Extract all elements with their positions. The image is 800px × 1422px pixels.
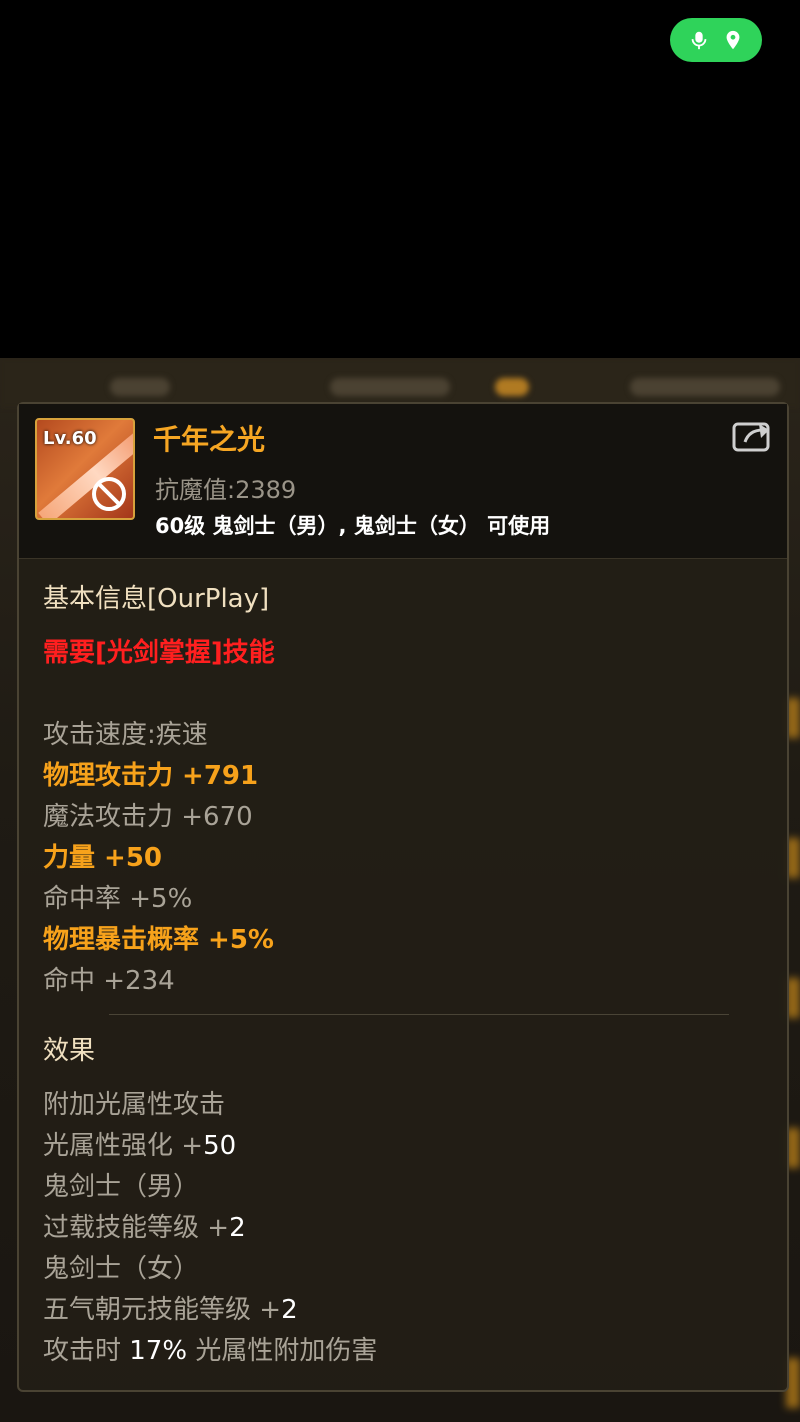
stat-physical-crit: 物理暴击概率 +5%	[43, 925, 274, 955]
stat-magic-attack: 魔法攻击力 +670	[43, 802, 253, 832]
stat-physical-attack: 物理攻击力 +791	[43, 761, 259, 791]
recording-status-pill[interactable]	[670, 18, 762, 62]
stat-hit-rate: 命中率 +5%	[43, 884, 193, 914]
effect-label: 过载技能等级 +	[43, 1213, 230, 1243]
effect-line: 鬼剑士（女）	[43, 1254, 200, 1284]
item-icon[interactable]: Lv.60	[35, 418, 135, 520]
effect-value: 50	[203, 1131, 237, 1161]
effect-value: 2	[281, 1295, 298, 1325]
item-class-requirement: 60级 鬼剑士（男）, 鬼剑士（女） 可使用	[155, 514, 551, 538]
item-header: Lv.60 千年之光 抗魔值:2389 60级 鬼剑士（男）, 鬼剑士（女） 可…	[19, 404, 787, 559]
basic-info-title: 基本信息[OurPlay]	[43, 584, 270, 614]
effect-line: 五气朝元技能等级 +2	[43, 1295, 298, 1325]
effect-value: 17%	[129, 1336, 188, 1366]
stat-attack-speed: 攻击速度:疾速	[43, 720, 208, 750]
item-level-badge: Lv.60	[43, 428, 97, 449]
effect-label: 攻击时	[43, 1336, 130, 1366]
skill-requirement: 需要[光剑掌握]技能	[43, 638, 275, 668]
location-pin-icon	[726, 30, 740, 50]
effect-line: 攻击时 17% 光属性附加伤害	[43, 1336, 377, 1366]
effect-label: 五气朝元技能等级 +	[43, 1295, 282, 1325]
section-divider	[109, 1014, 729, 1015]
stat-hit: 命中 +234	[43, 966, 175, 996]
item-tooltip-panel: Lv.60 千年之光 抗魔值:2389 60级 鬼剑士（男）, 鬼剑士（女） 可…	[17, 402, 789, 1392]
effect-line: 鬼剑士（男）	[43, 1172, 200, 1202]
microphone-icon	[691, 31, 707, 50]
effect-label: 光属性强化 +	[43, 1131, 204, 1161]
top-black-area	[0, 0, 800, 358]
item-anti-magic-value: 抗魔值:2389	[155, 476, 297, 504]
item-name: 千年之光	[153, 423, 266, 456]
effect-value: 2	[229, 1213, 246, 1243]
effect-line: 附加光属性攻击	[43, 1090, 226, 1120]
prohibited-icon	[92, 477, 126, 511]
effect-line: 光属性强化 +50	[43, 1131, 236, 1161]
share-icon[interactable]	[731, 418, 775, 454]
stat-strength: 力量 +50	[43, 843, 163, 873]
effect-label-suffix: 光属性附加伤害	[187, 1336, 378, 1366]
effects-title: 效果	[43, 1036, 96, 1066]
effect-line: 过载技能等级 +2	[43, 1213, 246, 1243]
